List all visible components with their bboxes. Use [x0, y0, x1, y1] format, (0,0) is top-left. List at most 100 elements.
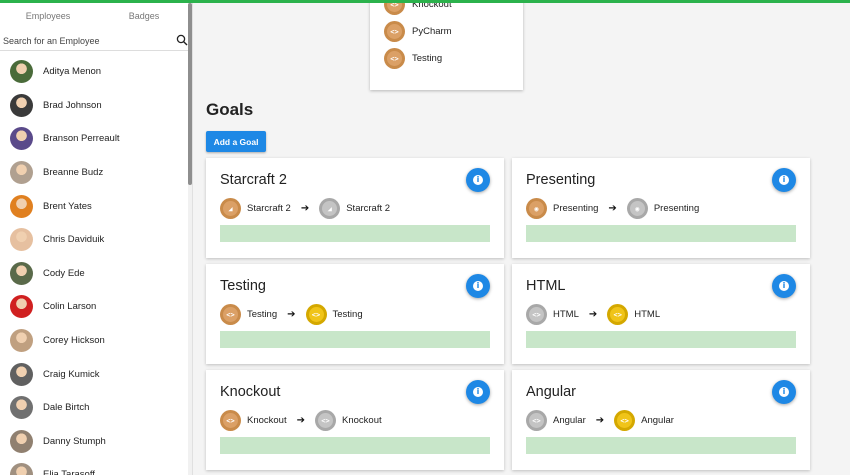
goal-badge-path: <> HTML ➔ <> HTML — [526, 304, 660, 325]
starcraft-icon: ◢ — [220, 198, 241, 219]
goal-title: Testing — [220, 278, 266, 294]
info-icon: i — [779, 281, 789, 291]
avatar — [10, 396, 33, 420]
employee-list-item[interactable]: Corey Hickson — [0, 324, 188, 358]
code-icon: <> — [305, 304, 327, 325]
arrow-right-icon: ➔ — [608, 203, 617, 214]
employee-list-item[interactable]: Branson Perreault — [0, 122, 188, 156]
info-icon: i — [473, 175, 483, 185]
employee-list-item[interactable]: Aditya Menon — [0, 55, 188, 89]
employee-name: Elia Tarasoff — [43, 469, 95, 475]
sidebar-scroll-thumb[interactable] — [188, 3, 192, 185]
employee-list-item[interactable]: Cody Ede — [0, 257, 188, 291]
goal-card: Presenting i ◉ Presenting ➔ ◉ Presenting — [512, 158, 810, 258]
info-icon: i — [779, 175, 789, 185]
goal-info-button[interactable]: i — [466, 274, 490, 298]
arrow-right-icon: ➔ — [595, 415, 605, 426]
goal-card: HTML i <> HTML ➔ <> HTML — [512, 264, 810, 364]
employee-name: Dale Birtch — [43, 402, 90, 414]
current-badge-label: Knockout — [247, 415, 287, 426]
employee-list-item[interactable]: Elia Tarasoff — [0, 458, 188, 475]
avatar — [10, 194, 33, 218]
employee-name: Colin Larson — [43, 301, 97, 313]
badge-list-card: <> Knockout <> PyCharm <> Testing — [370, 0, 523, 90]
add-goal-button[interactable]: Add a Goal — [206, 131, 266, 152]
sidebar-tabs: Employees Badges — [0, 3, 192, 31]
tab-employees[interactable]: Employees — [0, 3, 96, 31]
goal-info-button[interactable]: i — [466, 168, 490, 192]
employee-list-item[interactable]: Craig Kumick — [0, 357, 188, 391]
employee-sidebar: Employees Badges Aditya Menon Brad Johnso… — [0, 0, 193, 475]
tab-badges[interactable]: Badges — [96, 3, 192, 31]
code-icon: <> — [607, 304, 629, 325]
goal-card: Knockout i <> Knockout ➔ <> Knockout — [206, 370, 504, 470]
goal-info-button[interactable]: i — [772, 380, 796, 404]
goal-badge-path: <> Testing ➔ <> Testing — [220, 304, 363, 325]
code-icon: <> — [614, 410, 636, 431]
current-badge-label: HTML — [553, 309, 579, 320]
avatar — [10, 295, 33, 319]
goal-progress-bar — [220, 225, 490, 242]
current-badge-label: Presenting — [553, 203, 599, 214]
target-badge-label: HTML — [634, 309, 661, 320]
goal-title: Angular — [526, 384, 576, 400]
info-icon: i — [473, 281, 483, 291]
presenting-icon: ◉ — [526, 198, 547, 219]
goals-heading: Goals — [206, 100, 254, 119]
employee-list-item[interactable]: Breanne Budz — [0, 156, 188, 190]
badge-label: PyCharm — [412, 26, 452, 37]
goal-info-button[interactable]: i — [772, 168, 796, 192]
employee-list-item[interactable]: Colin Larson — [0, 290, 188, 324]
employee-name: Breanne Budz — [43, 167, 104, 179]
employee-list-item[interactable]: Chris Daviduik — [0, 223, 188, 257]
goal-card: Testing i <> Testing ➔ <> Testing — [206, 264, 504, 364]
goal-title: Knockout — [220, 384, 281, 400]
employee-name: Aditya Menon — [43, 66, 102, 78]
goal-badge-path: <> Angular ➔ <> Angular — [526, 410, 674, 431]
avatar — [10, 463, 33, 475]
badge-list-item[interactable]: <> PyCharm — [384, 21, 452, 42]
employee-name: Craig Kumick — [43, 368, 100, 380]
avatar — [10, 261, 33, 285]
info-icon: i — [779, 387, 789, 397]
starcraft-icon: ◢ — [319, 198, 341, 219]
goal-card: Starcraft 2 i ◢ Starcraft 2 ➔ ◢ Starcraft 2 — [206, 158, 504, 258]
avatar — [10, 60, 33, 84]
employee-list-item[interactable]: Brad Johnson — [0, 89, 188, 123]
goal-title: Starcraft 2 — [220, 172, 287, 188]
target-badge-label: Presenting — [653, 203, 700, 214]
avatar — [10, 429, 33, 453]
search-icon[interactable] — [176, 34, 188, 46]
target-badge-label: Knockout — [342, 415, 382, 426]
avatar — [10, 161, 33, 185]
avatar — [10, 127, 33, 151]
employee-list-item[interactable]: Danny Stumph — [0, 425, 188, 459]
target-badge-label: Angular — [641, 415, 674, 426]
target-badge-label: Starcraft 2 — [346, 203, 391, 214]
arrow-right-icon: ➔ — [300, 203, 310, 214]
employee-search-input[interactable] — [3, 34, 171, 48]
employee-search — [0, 31, 188, 51]
goal-card: Angular i <> Angular ➔ <> Angular — [512, 370, 810, 470]
target-badge-label: Testing — [332, 309, 363, 320]
employee-name: Corey Hickson — [43, 335, 105, 347]
code-icon: <> — [526, 304, 547, 325]
goal-info-button[interactable]: i — [466, 380, 490, 404]
top-accent-bar — [0, 0, 850, 3]
badge-list-item[interactable]: <> Testing — [384, 48, 442, 69]
current-badge-label: Starcraft 2 — [247, 203, 291, 214]
info-icon: i — [473, 387, 483, 397]
avatar — [10, 362, 33, 386]
goal-info-button[interactable]: i — [772, 274, 796, 298]
employee-name: Brent Yates — [43, 200, 92, 212]
badge-label: Testing — [412, 53, 443, 64]
employee-list-item[interactable]: Brent Yates — [0, 189, 188, 223]
employee-list-item[interactable]: Dale Birtch — [0, 391, 188, 425]
goal-progress-bar — [220, 331, 490, 348]
presenting-icon: ◉ — [626, 198, 648, 219]
arrow-right-icon: ➔ — [296, 415, 306, 426]
current-badge-label: Angular — [553, 415, 586, 426]
code-icon: <> — [526, 410, 547, 431]
employee-name: Branson Perreault — [43, 133, 120, 145]
goal-title: Presenting — [526, 172, 596, 188]
